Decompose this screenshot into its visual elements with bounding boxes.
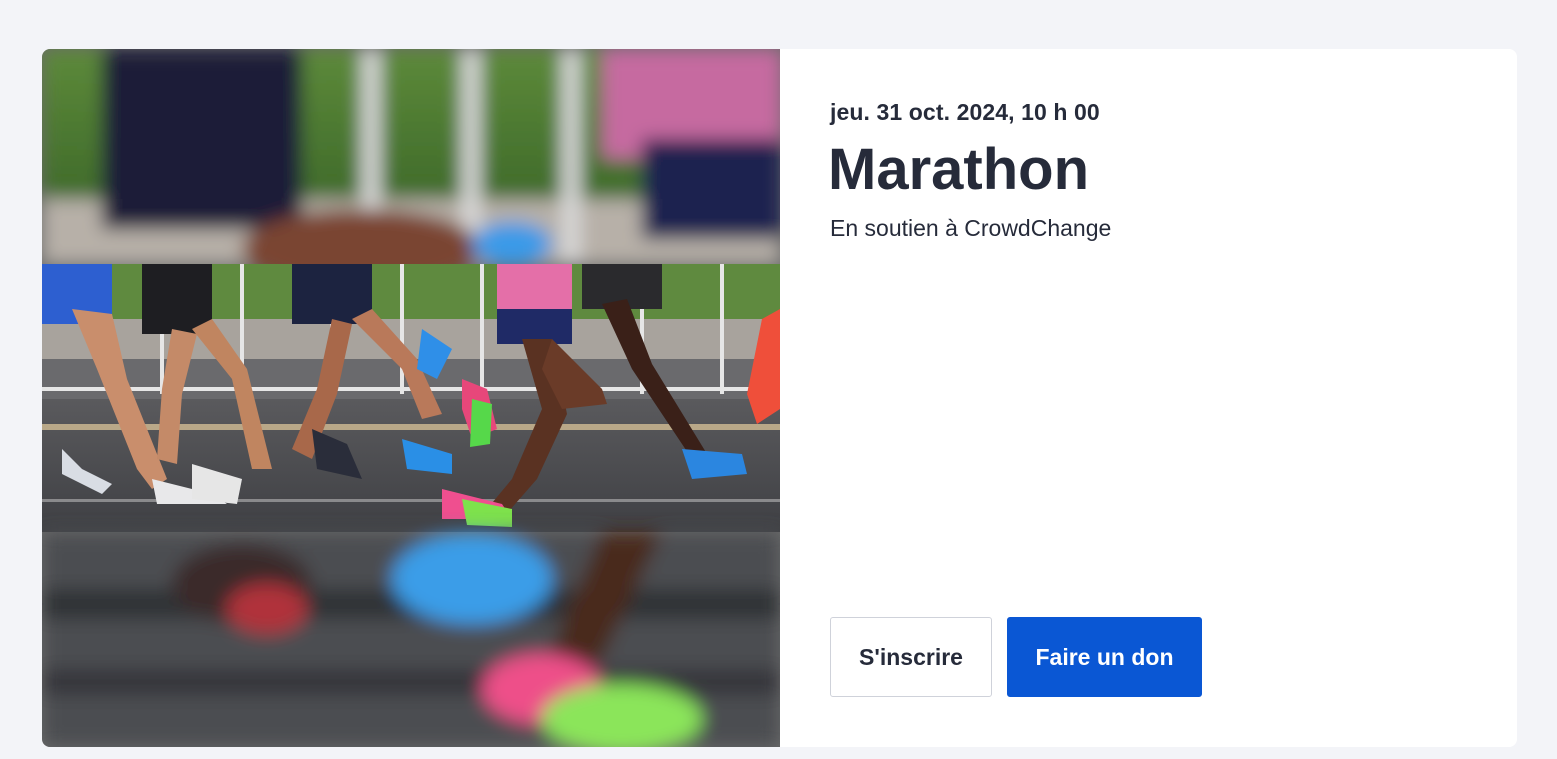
event-date: jeu. 31 oct. 2024, 10 h 00 (830, 99, 1100, 125)
event-details: jeu. 31 oct. 2024, 10 h 00 Marathon En s… (780, 49, 1517, 747)
event-card: jeu. 31 oct. 2024, 10 h 00 Marathon En s… (42, 49, 1517, 747)
event-actions: S'inscrire Faire un don (830, 617, 1202, 697)
event-subtitle: En soutien à CrowdChange (830, 215, 1112, 241)
event-title: Marathon (828, 137, 1089, 202)
register-button[interactable]: S'inscrire (830, 617, 992, 697)
event-image (42, 49, 780, 747)
donate-button[interactable]: Faire un don (1007, 617, 1202, 697)
